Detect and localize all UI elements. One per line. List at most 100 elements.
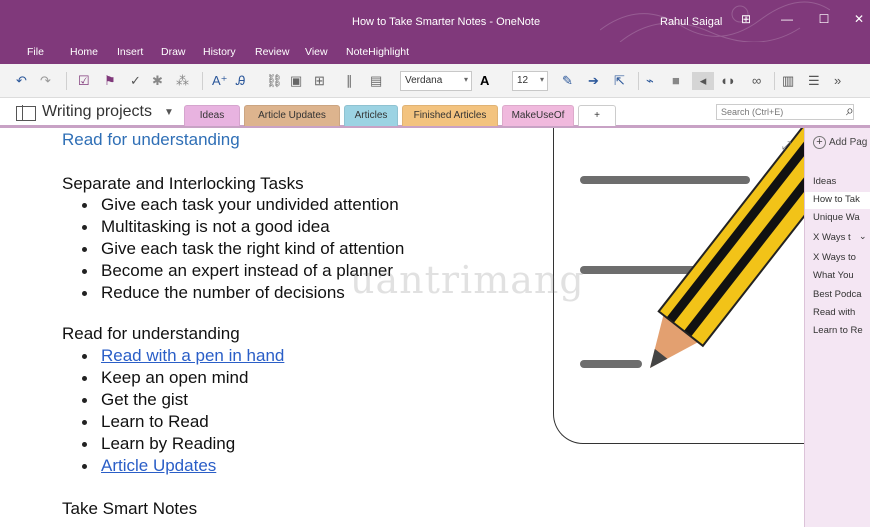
checkmark-icon[interactable]: ✓ — [130, 72, 141, 90]
separator — [638, 72, 639, 90]
add-page-label: Add Pag — [829, 137, 868, 148]
chevron-down-icon[interactable]: ⌄ — [859, 231, 867, 242]
link-article-updates[interactable]: Article Updates — [101, 456, 216, 476]
todo-checkbox-icon[interactable]: ☑ — [78, 72, 90, 90]
important-tag-icon[interactable]: ✱ — [152, 72, 163, 90]
title-bar: How to Take Smarter Notes - OneNote Rahu… — [0, 0, 870, 42]
send-icon[interactable]: ⇱ — [614, 72, 625, 90]
list-item[interactable]: Give each task your undivided attention — [101, 195, 399, 215]
group2-title[interactable]: Read for understanding — [62, 324, 240, 344]
section-tab-label: Article Updates — [258, 110, 326, 121]
table-icon[interactable]: ⊞ — [314, 72, 325, 90]
chevron-down-icon[interactable]: ▼ — [164, 107, 174, 118]
bullet — [82, 225, 87, 230]
audio-icon[interactable]: ◖◗ — [720, 72, 736, 90]
tab-notehighlight[interactable]: NoteHighlight — [346, 46, 409, 58]
close-icon[interactable]: ✕ — [848, 12, 870, 26]
square-icon[interactable]: ■ — [672, 72, 680, 90]
list-item[interactable]: Learn by Reading — [101, 434, 235, 454]
font-size-select[interactable]: 12 ▾ — [512, 71, 548, 91]
add-section-button[interactable]: + — [578, 105, 616, 126]
dock-icon[interactable]: ◂ — [692, 72, 714, 90]
section-tab-makeuseof[interactable]: MakeUseOf — [502, 105, 574, 126]
link-icon[interactable]: ⛓ — [266, 72, 283, 90]
tab-view[interactable]: View — [305, 46, 328, 58]
section-tab-label: Finished Articles — [413, 110, 487, 121]
section-tab-finished-articles[interactable]: Finished Articles — [402, 105, 498, 126]
search-input[interactable]: Search (Ctrl+E) — [716, 104, 854, 120]
list-item[interactable]: Get the gist — [101, 390, 188, 410]
section-tab-label: Articles — [354, 110, 388, 121]
tab-home[interactable]: Home — [70, 46, 98, 58]
columns-icon[interactable]: ▥ — [782, 72, 794, 90]
note-heading-top[interactable]: Read for understanding — [62, 130, 240, 150]
list-item[interactable]: Give each task the right kind of attenti… — [101, 239, 404, 259]
list-item[interactable]: Learn to Read — [101, 412, 209, 432]
plus-icon: + — [813, 136, 826, 149]
attach-icon[interactable]: ▣ — [290, 72, 302, 90]
tab-file[interactable]: File — [27, 46, 44, 58]
separator — [774, 72, 775, 90]
page-item[interactable]: Read with — [813, 307, 855, 318]
more-icon[interactable]: » — [834, 72, 841, 90]
bullet — [82, 420, 87, 425]
font-family-select[interactable]: Verdana ▾ — [400, 71, 472, 91]
notebook-icon[interactable] — [16, 105, 36, 121]
section-tab-label: Ideas — [199, 110, 225, 121]
question-tag-icon[interactable]: ⁂ — [176, 72, 189, 90]
bullet — [82, 376, 87, 381]
page-item[interactable]: X Ways t — [813, 232, 851, 243]
ribbon-display-icon[interactable]: ⊞ — [735, 12, 757, 26]
chevron-down-icon: ▾ — [463, 75, 468, 84]
font-color-icon[interactable]: A — [480, 72, 489, 90]
page-item[interactable]: What You — [813, 270, 854, 281]
search-placeholder: Search (Ctrl+E) — [721, 107, 784, 117]
section-tab-ideas[interactable]: Ideas — [184, 105, 240, 126]
arrow-right-icon[interactable]: ➔ — [588, 72, 599, 90]
group3-title[interactable]: Take Smart Notes — [62, 499, 197, 519]
section-tab-article-updates[interactable]: Article Updates — [244, 105, 340, 126]
add-page-button[interactable]: + Add Pag — [813, 136, 867, 149]
font-increase-icon[interactable]: A⁺ — [212, 72, 228, 90]
bullet — [82, 291, 87, 296]
embedded-image[interactable] — [553, 128, 805, 444]
chevron-down-icon: ▾ — [539, 75, 544, 84]
format-painter-icon[interactable]: Ꭿ — [236, 72, 245, 90]
tab-review[interactable]: Review — [255, 46, 289, 58]
user-name[interactable]: Rahul Saigal — [660, 16, 722, 28]
minimize-icon[interactable]: — — [776, 12, 798, 26]
page-item[interactable]: Learn to Re — [813, 325, 863, 336]
section-tab-articles[interactable]: Articles — [344, 105, 398, 126]
page-item-selected[interactable]: How to Tak — [805, 192, 870, 209]
highlight-icon[interactable]: ✎ — [562, 72, 573, 90]
list-item[interactable]: Multitasking is not a good idea — [101, 217, 330, 237]
bullet — [82, 269, 87, 274]
section-bar: Writing projects ▼ Ideas Article Updates… — [0, 98, 870, 128]
infinity-icon[interactable]: ∞ — [752, 72, 761, 90]
list-item[interactable]: Keep an open mind — [101, 368, 248, 388]
tag-icon[interactable]: ⚑ — [104, 72, 116, 90]
page-item[interactable]: X Ways to — [813, 252, 856, 263]
group1-title[interactable]: Separate and Interlocking Tasks — [62, 174, 304, 194]
maximize-icon[interactable]: ☐ — [813, 12, 835, 26]
page-item[interactable]: Best Podca — [813, 289, 862, 300]
paperclip-icon[interactable]: ∥ — [346, 72, 353, 90]
watermark: uantrimang — [350, 258, 585, 302]
undo-icon[interactable]: ↶ — [16, 72, 27, 90]
screenshot-icon[interactable]: ▤ — [370, 72, 382, 90]
link-read-with-pen[interactable]: Read with a pen in hand — [101, 346, 284, 366]
page-item[interactable]: Unique Wa — [813, 212, 860, 223]
redo-icon[interactable]: ↷ — [40, 72, 51, 90]
list-icon[interactable]: ☰ — [808, 72, 820, 90]
expand-icon[interactable]: ⤢ — [782, 140, 791, 153]
tab-draw[interactable]: Draw — [161, 46, 186, 58]
search-icon[interactable]: ⌕ — [846, 102, 854, 119]
bullet — [82, 442, 87, 447]
page-item[interactable]: Ideas — [813, 176, 836, 187]
pen-icon[interactable]: ⌁ — [646, 72, 654, 90]
add-section-label: + — [594, 110, 600, 121]
tab-insert[interactable]: Insert — [117, 46, 143, 58]
notebook-name[interactable]: Writing projects — [42, 103, 152, 121]
tab-history[interactable]: History — [203, 46, 236, 58]
list-item[interactable]: Reduce the number of decisions — [101, 283, 345, 303]
